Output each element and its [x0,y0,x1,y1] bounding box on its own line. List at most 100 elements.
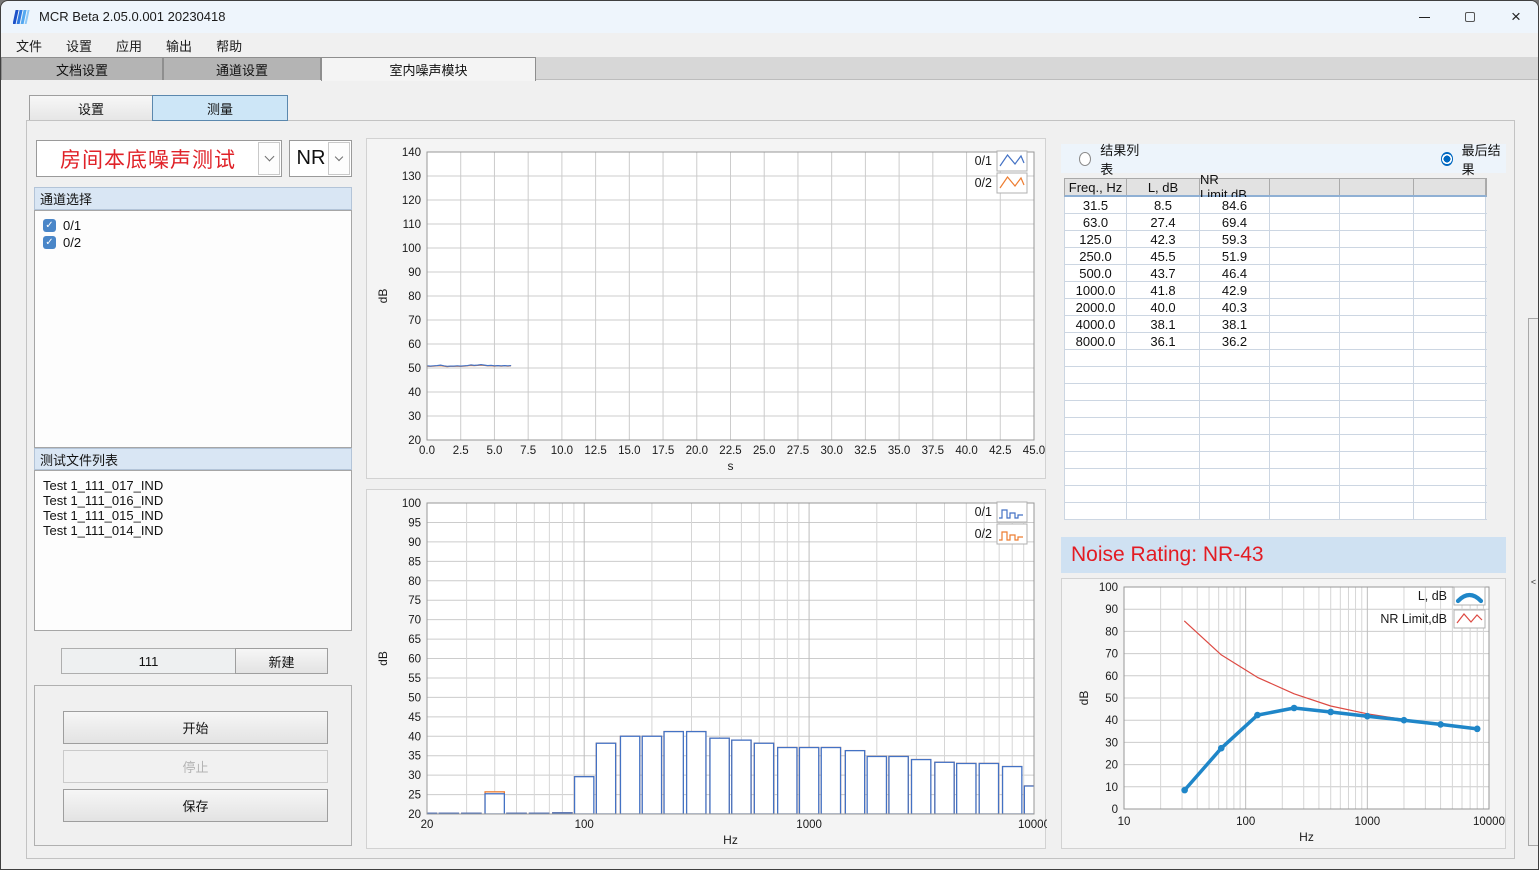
tab-settings[interactable]: 设置 [29,95,153,121]
last-result-radio[interactable] [1441,152,1453,166]
test-file-list: Test 1_111_017_INDTest 1_111_016_INDTest… [34,470,352,631]
table-cell [1414,469,1486,485]
table-cell [1200,486,1270,502]
svg-text:0/2: 0/2 [975,527,992,541]
app-window: MCR Beta 2.05.0.001 20230418 × 文件设置应用输出帮… [0,0,1539,870]
chevron-down-icon[interactable] [328,142,350,175]
time-svg: 20304050607080901001101201301400.02.55.0… [367,139,1047,480]
svg-text:Hz: Hz [1299,830,1314,844]
svg-text:10000: 10000 [1473,816,1505,828]
test-type-combobox[interactable]: 房间本底噪声测试 [36,140,282,177]
svg-text:120: 120 [402,195,421,207]
table-cell: 59.3 [1200,231,1270,247]
table-row[interactable]: 2000.040.040.3 [1064,299,1487,316]
start-button[interactable]: 开始 [63,711,328,744]
channel-row[interactable]: ✓0/1 [43,217,351,234]
table-row[interactable]: 4000.038.138.1 [1064,316,1487,333]
table-cell [1200,435,1270,451]
table-cell [1340,333,1414,349]
svg-text:15.0: 15.0 [618,445,640,457]
table-cell [1340,214,1414,230]
table-cell [1414,214,1486,230]
chevron-down-icon[interactable] [258,142,280,175]
save-button[interactable]: 保存 [63,789,328,822]
table-cell: 2000.0 [1065,299,1127,315]
svg-text:20.0: 20.0 [686,445,708,457]
chevron-left-icon: < [1531,577,1536,587]
table-row[interactable]: 500.043.746.4 [1064,265,1487,282]
table-cell [1270,316,1340,332]
list-item[interactable]: Test 1_111_015_IND [43,508,351,523]
menu-item[interactable]: 设置 [61,34,97,57]
svg-text:30: 30 [1105,737,1118,749]
list-item[interactable]: Test 1_111_017_IND [43,478,351,493]
list-item[interactable]: Test 1_111_014_IND [43,523,351,538]
list-item[interactable]: Test 1_111_016_IND [43,493,351,508]
table-cell [1270,401,1340,417]
close-button[interactable]: × [1493,1,1539,33]
maximize-button[interactable] [1447,1,1493,33]
svg-text:60: 60 [408,339,421,351]
table-row[interactable]: 250.045.551.9 [1064,248,1487,265]
menu-item[interactable]: 应用 [111,34,147,57]
svg-text:dB: dB [1077,691,1091,706]
table-cell [1270,282,1340,298]
svg-text:40: 40 [408,731,421,743]
minimize-button[interactable] [1401,1,1447,33]
channel-row[interactable]: ✓0/2 [43,234,351,251]
svg-text:90: 90 [408,267,421,279]
menu-item[interactable]: 文件 [11,34,47,57]
tab[interactable]: 文档设置 [1,57,163,80]
svg-text:40: 40 [1105,715,1118,727]
table-cell: 36.2 [1200,333,1270,349]
table-cell [1065,418,1127,434]
svg-text:60: 60 [1105,671,1118,683]
table-row[interactable]: 1000.041.842.9 [1064,282,1487,299]
table-cell [1340,469,1414,485]
file-name-input[interactable]: 111 [61,648,236,674]
svg-text:20: 20 [421,819,434,831]
checkbox-checked-icon[interactable]: ✓ [43,236,56,249]
table-cell: 40.0 [1127,299,1200,315]
menu-item[interactable]: 输出 [161,34,197,57]
panel-collapse-handle[interactable]: < [1528,318,1539,846]
table-cell: 4000.0 [1065,316,1127,332]
svg-text:17.5: 17.5 [652,445,674,457]
table-cell [1065,384,1127,400]
svg-text:70: 70 [1105,649,1118,661]
svg-text:35.0: 35.0 [888,445,910,457]
menu-item[interactable]: 帮助 [211,34,247,57]
noise-rating-text: Noise Rating: NR-43 [1071,543,1264,567]
result-list-radio[interactable] [1079,152,1091,166]
svg-text:85: 85 [408,556,421,568]
new-button[interactable]: 新建 [235,648,328,674]
table-cell: 27.4 [1127,214,1200,230]
table-row[interactable]: 63.027.469.4 [1064,214,1487,231]
svg-text:45: 45 [408,712,421,724]
table-cell [1200,469,1270,485]
table-row[interactable]: 8000.036.136.2 [1064,333,1487,350]
table-cell: 8000.0 [1065,333,1127,349]
tab[interactable]: 室内噪声模块 [321,57,536,81]
rating-type-combobox[interactable]: NR [289,140,352,177]
channel-list: ✓0/1✓0/2 [34,210,352,448]
table-cell [1065,435,1127,451]
table-cell [1414,282,1486,298]
svg-text:100: 100 [575,819,594,831]
table-row[interactable]: 31.58.584.6 [1064,197,1487,214]
table-row[interactable]: 125.042.359.3 [1064,231,1487,248]
svg-text:20: 20 [408,809,421,821]
results-table: Freq., HzL, dBNR Limit,dB31.58.584.663.0… [1064,178,1487,520]
table-cell [1127,503,1200,519]
svg-text:25: 25 [408,790,421,802]
table-cell [1414,384,1486,400]
svg-text:42.5: 42.5 [989,445,1011,457]
svg-text:100: 100 [1099,582,1118,594]
tab-measurement[interactable]: 测量 [152,95,288,121]
checkbox-checked-icon[interactable]: ✓ [43,219,56,232]
table-header-cell [1340,179,1414,195]
tab[interactable]: 通道设置 [163,57,321,80]
table-cell: 84.6 [1200,197,1270,213]
table-cell [1414,503,1486,519]
svg-text:30: 30 [408,411,421,423]
